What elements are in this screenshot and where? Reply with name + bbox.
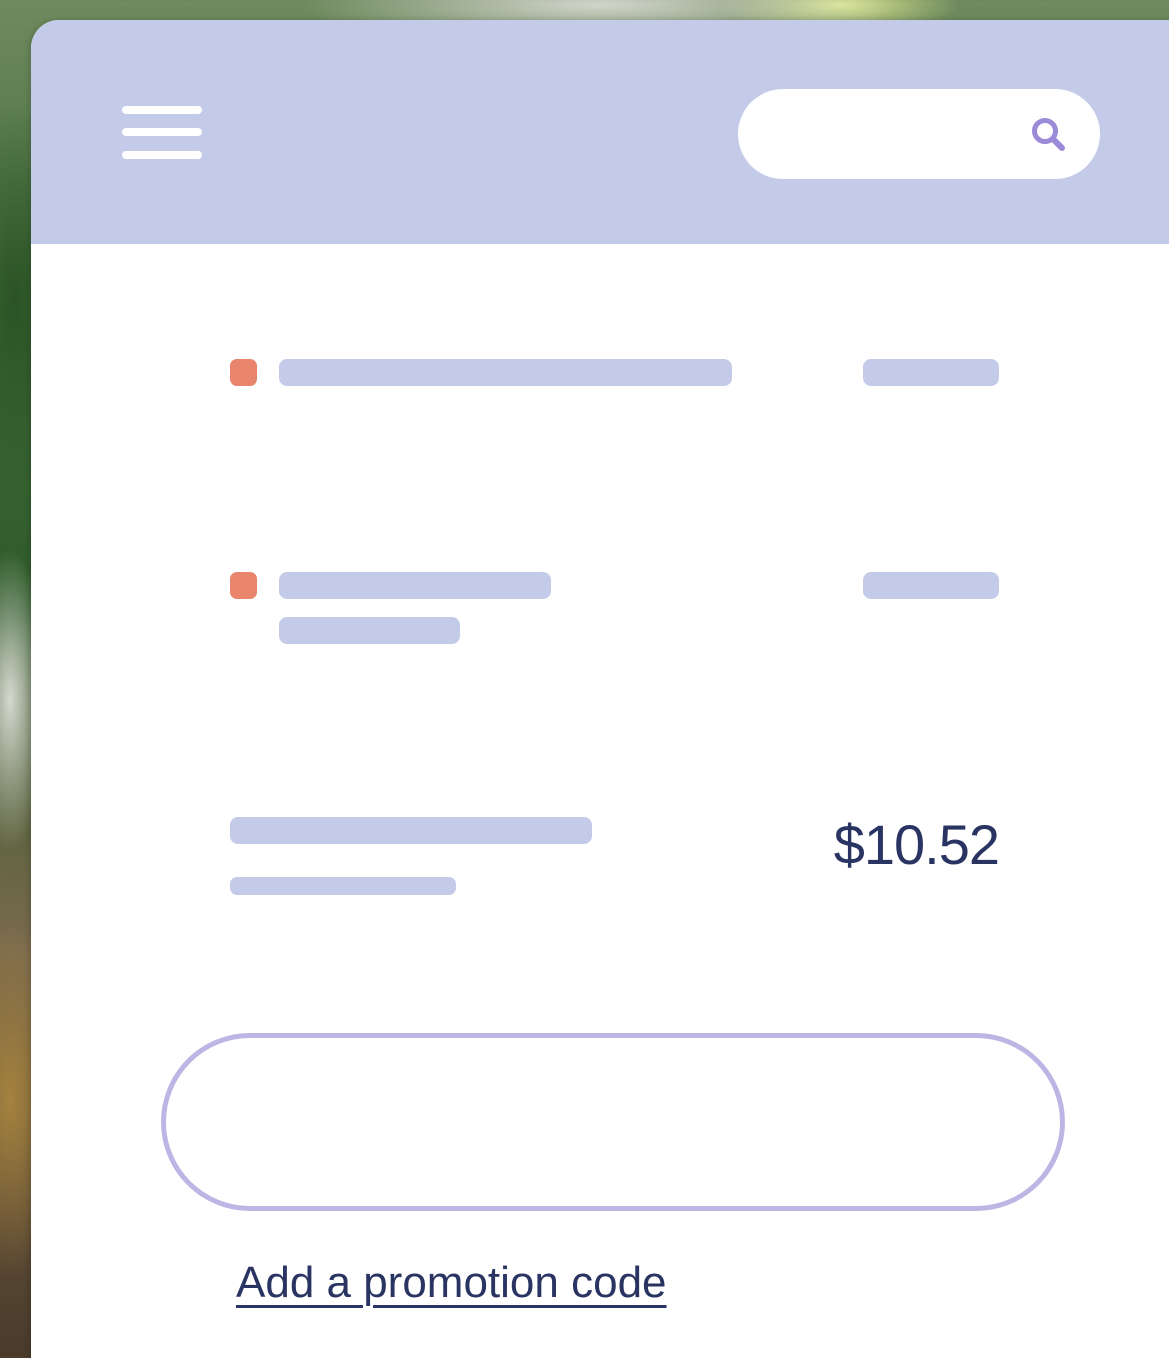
add-promotion-code-link[interactable]: Add a promotion code xyxy=(236,1258,667,1308)
total-amount: $10.52 xyxy=(833,813,1000,876)
search-input[interactable] xyxy=(766,109,1010,161)
checkout-panel: $10.52 Add a promotion code xyxy=(31,20,1169,1358)
line-item-marker xyxy=(230,359,257,386)
magnifier-icon[interactable] xyxy=(1028,114,1070,156)
promotion-code-input[interactable] xyxy=(226,1088,1010,1160)
line-item-detail-placeholder xyxy=(279,617,460,644)
menu-line xyxy=(122,128,202,136)
line-item-name-placeholder xyxy=(279,359,732,386)
promotion-code-field[interactable] xyxy=(161,1033,1065,1211)
menu-line xyxy=(122,106,202,114)
search-bar[interactable] xyxy=(738,89,1100,179)
menu-line xyxy=(122,151,202,159)
total-sublabel-placeholder xyxy=(230,877,456,895)
header-bar xyxy=(31,20,1169,244)
hamburger-menu-icon[interactable] xyxy=(122,106,202,160)
line-item-price-placeholder xyxy=(863,359,999,386)
line-item-marker xyxy=(230,572,257,599)
total-label-placeholder xyxy=(230,817,592,844)
line-item-price-placeholder xyxy=(863,572,999,599)
line-item-name-placeholder xyxy=(279,572,551,599)
